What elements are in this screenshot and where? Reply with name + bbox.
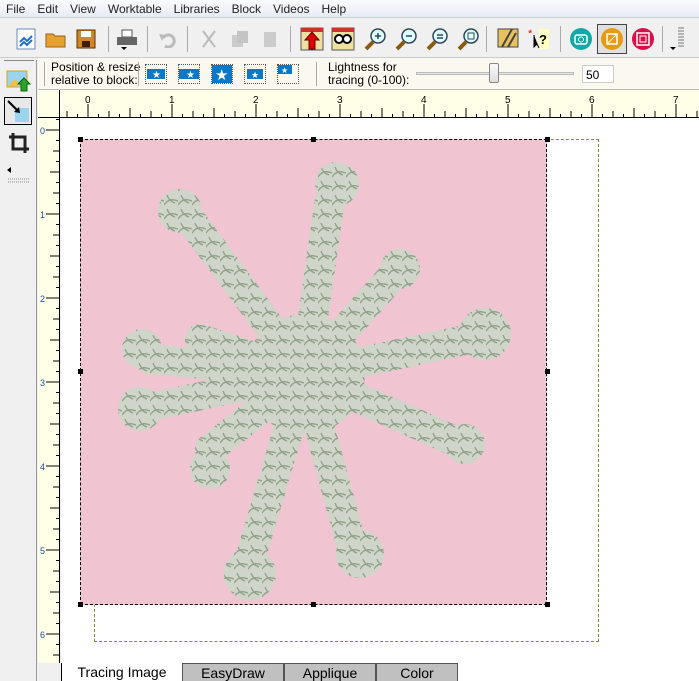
svg-text:★: ★ — [186, 70, 195, 79]
menu-edit[interactable]: Edit — [31, 0, 64, 17]
ruler-label: 2 — [253, 95, 259, 106]
fit-to-worktable-icon[interactable] — [424, 26, 450, 52]
menu-block[interactable]: Block — [226, 0, 267, 17]
lightness-label: Lightness for tracing (0-100): — [328, 60, 410, 87]
ruler-label: 0 — [40, 126, 45, 136]
image-selection-box — [80, 139, 547, 605]
resize-handle[interactable] — [311, 137, 316, 142]
position-center-button[interactable]: ★ — [244, 64, 266, 84]
lightness-slider-thumb[interactable] — [489, 63, 499, 83]
menu-file[interactable]: File — [0, 0, 31, 17]
ruler-label: 3 — [337, 95, 343, 106]
ruler-label: 1 — [169, 95, 175, 106]
resize-handle[interactable] — [78, 369, 83, 374]
resize-handle[interactable] — [545, 602, 550, 607]
position-top-left-button[interactable]: ★ — [277, 64, 299, 84]
svg-text:*: * — [528, 28, 533, 40]
worktable-tabs: Tracing Image EasyDraw Applique Color — [61, 663, 699, 681]
position-fill-block-button[interactable]: ★ — [211, 64, 233, 84]
tab-easydraw[interactable]: EasyDraw — [182, 663, 284, 681]
image-worktable-icon[interactable] — [568, 26, 594, 52]
svg-text:★: ★ — [215, 67, 228, 83]
tab-tracing-image[interactable]: Tracing Image — [62, 663, 182, 681]
menu-videos[interactable]: Videos — [267, 0, 315, 17]
view-sketchbook-icon[interactable] — [330, 26, 356, 52]
svg-text:★: ★ — [251, 70, 259, 79]
quilt-worktable-icon[interactable] — [630, 26, 656, 52]
ruler-label: 6 — [589, 95, 595, 106]
svg-text:★: ★ — [281, 66, 288, 74]
ruler-label: 1 — [40, 210, 45, 220]
cut-icon[interactable] — [196, 26, 222, 52]
tab-applique[interactable]: Applique — [284, 663, 376, 681]
position-stretch-width-button[interactable]: ★ — [178, 64, 200, 84]
menu-libraries[interactable]: Libraries — [168, 0, 226, 17]
whats-this-help-icon[interactable]: ? * — [526, 26, 552, 52]
import-image-icon[interactable] — [6, 68, 32, 95]
horizontal-ruler: 0 1 2 3 4 5 6 7 — [60, 90, 699, 118]
tab-color[interactable]: Color — [376, 663, 458, 681]
refresh-icon[interactable] — [455, 26, 481, 52]
ruler-label: 4 — [40, 462, 45, 472]
menu-view[interactable]: View — [64, 0, 102, 17]
lightness-input[interactable]: 50 — [582, 65, 614, 83]
adjust-image-tool-icon[interactable] — [4, 97, 32, 125]
undo-icon[interactable] — [155, 26, 181, 52]
print-icon[interactable] — [114, 26, 140, 52]
resize-handle[interactable] — [78, 137, 83, 142]
resize-handle[interactable] — [311, 602, 316, 607]
zoom-out-icon[interactable] — [393, 26, 419, 52]
left-toolbar-overflow-icon[interactable] — [6, 165, 32, 188]
vertical-ruler: 0 1 2 3 4 5 6 — [38, 118, 60, 663]
ruler-label: 5 — [505, 95, 511, 106]
ruler-label: 5 — [40, 546, 45, 556]
open-folder-icon[interactable] — [43, 26, 69, 52]
paste-icon[interactable] — [257, 26, 283, 52]
copy-icon[interactable] — [227, 26, 253, 52]
left-toolbar — [0, 60, 37, 681]
save-icon[interactable] — [73, 26, 99, 52]
toolbar-overflow-icon[interactable] — [664, 26, 690, 52]
ruler-label: 4 — [421, 95, 427, 106]
crop-icon[interactable] — [8, 132, 30, 157]
video-icon[interactable] — [495, 26, 521, 52]
tool-options-bar: Position & resize relative to block: ★ ★… — [38, 58, 699, 90]
worktable-canvas[interactable] — [61, 118, 699, 663]
ruler-label: 2 — [40, 294, 45, 304]
position-resize-label: Position & resize relative to block: — [51, 60, 141, 87]
add-to-sketchbook-icon[interactable] — [299, 26, 325, 52]
resize-handle[interactable] — [78, 602, 83, 607]
resize-handle[interactable] — [545, 137, 550, 142]
ruler-label: 7 — [673, 95, 679, 106]
svg-text:★: ★ — [152, 70, 161, 79]
new-quilt-icon[interactable] — [13, 26, 39, 52]
ruler-label: 0 — [85, 95, 91, 106]
resize-handle[interactable] — [545, 369, 550, 374]
main-toolbar: ? * — [0, 20, 699, 58]
ruler-corner — [38, 90, 60, 118]
position-fit-width-button[interactable]: ★ — [145, 64, 167, 84]
svg-text:?: ? — [539, 32, 547, 47]
zoom-in-icon[interactable] — [362, 26, 388, 52]
ruler-label: 6 — [40, 630, 45, 640]
menu-help[interactable]: Help — [316, 0, 353, 17]
menu-bar: File Edit View Worktable Libraries Block… — [0, 0, 699, 18]
ruler-label: 3 — [40, 378, 45, 388]
menu-worktable[interactable]: Worktable — [102, 0, 168, 17]
block-worktable-icon[interactable] — [597, 24, 627, 54]
